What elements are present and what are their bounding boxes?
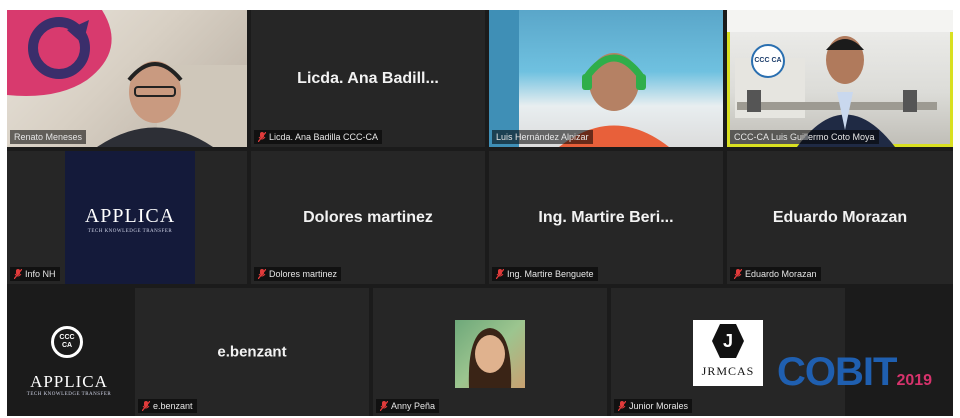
ccc-ca-logo-icon: CCC CA [51, 326, 83, 358]
participant-tile-guillermo-active-speaker[interactable]: CCC CA CCC-CA Luis Guillermo Coto Moya [727, 10, 953, 147]
participant-tile-martire[interactable]: Ing. Martire Beri... Ing. Martire Bengue… [489, 151, 723, 284]
muted-mic-icon [258, 269, 266, 279]
muted-mic-icon [734, 269, 742, 279]
applica-logo-text: APPLICA [30, 372, 108, 391]
muted-mic-icon [496, 269, 504, 279]
muted-mic-icon [380, 401, 388, 411]
participant-name-label: Anny Peña [376, 399, 440, 413]
gallery-view: Renato Meneses Licda. Ana Badill... Licd… [7, 10, 953, 416]
participant-name-label: Renato Meneses [10, 130, 87, 144]
participant-display-name: e.benzant [217, 343, 287, 361]
participant-name-label: Junior Morales [614, 399, 693, 413]
cobit-year: 2019 [896, 372, 933, 389]
participant-tile-luis[interactable]: Luis Hernández Alpizar [489, 10, 723, 147]
participant-display-name: Licda. Ana Badill... [297, 69, 439, 87]
participant-display-name: Eduardo Morazan [772, 208, 908, 226]
zoom-window: Renato Meneses Licda. Ana Badill... Licd… [0, 0, 960, 418]
participant-name-label: Info NH [10, 267, 60, 281]
applica-logo-tagline: TECH KNOWLEDGE TRANSFER [26, 392, 112, 397]
muted-mic-icon [258, 132, 266, 142]
participant-name-label: Ing. Martire Benguete [492, 267, 598, 281]
participant-tile-dolores[interactable]: Dolores martinez Dolores martinez [251, 151, 485, 284]
participant-tile-info-nh[interactable]: APPLICA TECH KNOWLEDGE TRANSFER Info NH [7, 151, 247, 284]
participant-name-label: e.benzant [138, 399, 197, 413]
jrmcas-logo: J JRMCAS [693, 320, 763, 386]
participant-tile-eduardo[interactable]: Eduardo Morazan Eduardo Morazan [727, 151, 953, 284]
person-silhouette [97, 61, 213, 147]
participant-name-label: Eduardo Morazan [730, 267, 821, 281]
participant-name-label: Licda. Ana Badilla CCC-CA [254, 130, 383, 144]
hexagon-logo-icon: J [712, 324, 744, 358]
person-silhouette [468, 328, 512, 388]
cobit-2019-watermark: COBIT2019 [777, 350, 953, 410]
applica-logo: APPLICA TECH KNOWLEDGE TRANSFER [65, 151, 195, 284]
participant-name-label: Dolores martinez [254, 267, 342, 281]
applica-logo-tagline: TECH KNOWLEDGE TRANSFER [87, 229, 173, 234]
muted-mic-icon [142, 401, 150, 411]
participant-tile-ana[interactable]: Licda. Ana Badill... Licda. Ana Badilla … [251, 10, 485, 147]
participant-tile-ebenzant[interactable]: e.benzant e.benzant [135, 288, 369, 416]
participant-name-label: Luis Hernández Alpizar [492, 130, 593, 144]
profile-photo [455, 320, 525, 388]
cobit-text: COBIT [777, 350, 897, 394]
participant-tile-renato[interactable]: Renato Meneses [7, 10, 247, 147]
muted-mic-icon [14, 269, 22, 279]
participant-name-label: CCC-CA Luis Guillermo Coto Moya [730, 130, 879, 144]
applica-logo-text: APPLICA [84, 205, 176, 227]
jrmcas-logo-text: JRMCAS [701, 364, 755, 378]
person-silhouette [797, 36, 895, 147]
muted-mic-icon [618, 401, 626, 411]
person-silhouette [489, 10, 669, 147]
participant-display-name: Ing. Martire Beri... [538, 208, 674, 226]
participant-tile-anny[interactable]: Anny Peña [373, 288, 607, 416]
participant-display-name: Dolores martinez [303, 208, 433, 226]
participant-tile-applica-logo[interactable]: CCC CA APPLICA TECH KNOWLEDGE TRANSFER [7, 288, 131, 416]
